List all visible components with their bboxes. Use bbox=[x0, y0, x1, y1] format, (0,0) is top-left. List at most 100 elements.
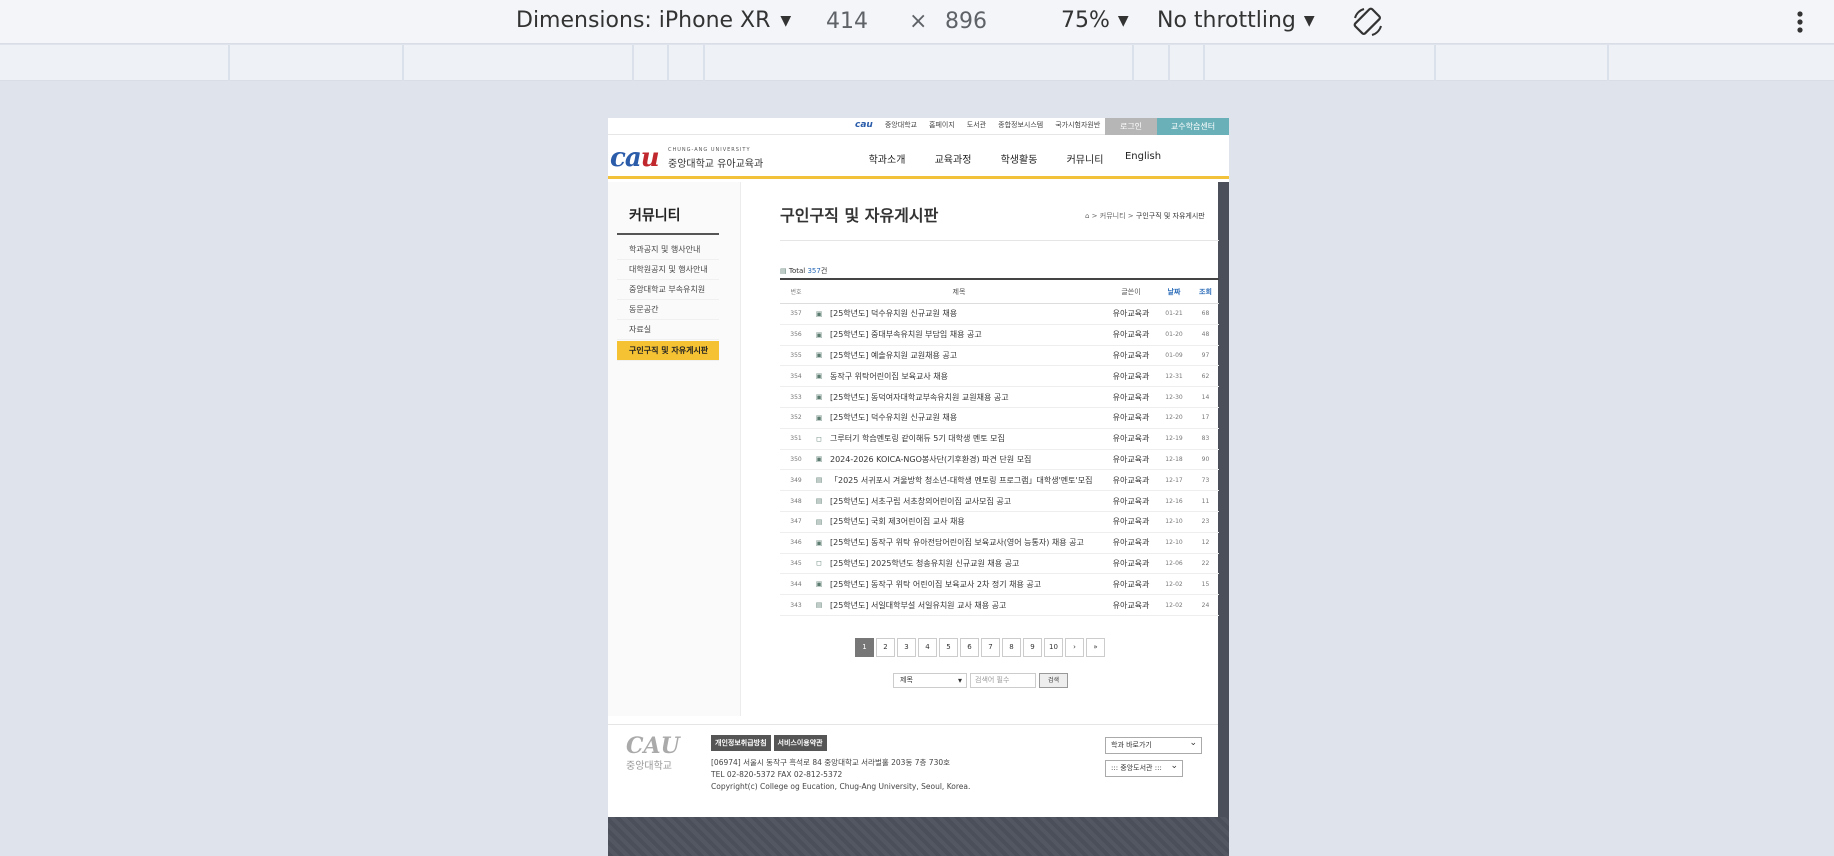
row-title-link[interactable]: [25학년도] 서초구립 서초창의어린이집 교사모집 공고 bbox=[826, 496, 1106, 507]
table-row[interactable]: 347 ▤ [25학년도] 국회 제3어린이집 교사 채용 유아교육과 12-10 23 bbox=[780, 512, 1219, 533]
row-date: 01-09 bbox=[1165, 351, 1183, 359]
row-title-link[interactable]: [25학년도] 덕수유치원 신규교원 채용 bbox=[826, 412, 1106, 423]
devtools-toolbar: Dimensions: iPhone XR ▼ 414 × 896 75% ▼ No… bbox=[0, 0, 1834, 44]
page-3[interactable]: 3 bbox=[897, 638, 916, 657]
width-input[interactable]: 414 bbox=[826, 9, 868, 34]
nav-student-activity[interactable]: 학생활동 bbox=[986, 151, 1052, 166]
col-date[interactable]: 날짜 bbox=[1156, 287, 1192, 297]
row-title-link[interactable]: [25학년도] 2025학년도 청송유치원 신규교원 채용 공고 bbox=[826, 558, 1106, 569]
row-title-link[interactable]: 「2025 서귀포시 겨울방학 청소년-대학생 멘토링 프로그램」대학생'멘토'… bbox=[826, 475, 1106, 486]
attachment-icon: ▣ bbox=[815, 393, 823, 402]
throttling-select[interactable]: No throttling ▼ bbox=[1157, 8, 1315, 33]
table-row[interactable]: 357 ▣ [25학년도] 덕수유치원 신규교원 채용 유아교육과 01-21 68 bbox=[780, 304, 1219, 325]
table-row[interactable]: 350 ▣ 2024-2026 KOICA-NGO봉사단(기후환경) 파견 단원 모… bbox=[780, 450, 1219, 471]
util-link-library[interactable]: 도서관 bbox=[967, 120, 986, 130]
page-8[interactable]: 8 bbox=[1002, 638, 1021, 657]
table-row[interactable]: 356 ▣ [25학년도] 중대부속유치원 부담임 채용 공고 유아교육과 01-20 4… bbox=[780, 325, 1219, 346]
sidebar-item-job-board[interactable]: 구인구직 및 자유게시판 bbox=[617, 341, 719, 361]
table-row[interactable]: 351 ◻ 그루터기 학습멘토링 같이해듀 5기 대학생 멘토 모집 유아교육과 12-… bbox=[780, 429, 1219, 450]
times-sign: × bbox=[909, 9, 928, 34]
util-link-portal[interactable]: 종합정보시스템 bbox=[998, 120, 1043, 130]
page-6[interactable]: 6 bbox=[960, 638, 979, 657]
more-options-icon[interactable] bbox=[1790, 6, 1810, 38]
nav-curriculum[interactable]: 교육과정 bbox=[920, 151, 986, 166]
page-7[interactable]: 7 bbox=[981, 638, 1000, 657]
dept-name[interactable]: CHUNG-ANG UNIVERSITY 중앙대학교 유아교육과 bbox=[668, 147, 763, 170]
search-field-select[interactable]: 제목 bbox=[893, 673, 967, 688]
login-button[interactable]: 로그인 bbox=[1105, 118, 1157, 135]
row-title-link[interactable]: 2024-2026 KOICA-NGO봉사단(기후환경) 파견 단원 모집 bbox=[826, 454, 1106, 465]
col-number: 번호 bbox=[790, 289, 802, 296]
table-row[interactable]: 353 ▣ [25학년도] 동덕여자대학교부속유치원 교원채용 공고 유아교육과 12-… bbox=[780, 387, 1219, 408]
page-4[interactable]: 4 bbox=[918, 638, 937, 657]
table-row[interactable]: 348 ▤ [25학년도] 서초구립 서초창의어린이집 교사모집 공고 유아교육과 12… bbox=[780, 491, 1219, 512]
row-views: 11 bbox=[1201, 497, 1210, 505]
page-9[interactable]: 9 bbox=[1023, 638, 1042, 657]
zoom-select[interactable]: 75% ▼ bbox=[1061, 8, 1129, 33]
sidebar-item-alumni[interactable]: 동문공간 bbox=[617, 300, 719, 320]
row-title-link[interactable]: [25학년도] 동작구 위탁 어린이집 보육교사 2차 정기 채용 공고 bbox=[826, 579, 1106, 590]
footer-address: [06974] 서울시 동작구 흑석로 84 중앙대학교 서라벌홀 203동 7… bbox=[711, 757, 970, 793]
search-button[interactable]: 검색 bbox=[1039, 673, 1068, 688]
height-input[interactable]: 896 bbox=[945, 9, 987, 34]
sidebar-item-kindergarten[interactable]: 중앙대학교 부속유치원 bbox=[617, 280, 719, 300]
nav-community[interactable]: 커뮤니티 bbox=[1052, 151, 1118, 166]
table-row[interactable]: 344 ▣ [25학년도] 동작구 위탁 어린이집 보육교사 2차 정기 채용 공고… bbox=[780, 574, 1219, 596]
table-row[interactable]: 349 ▤ 「2025 서귀포시 겨울방학 청소년-대학생 멘토링 프로그램」대학생… bbox=[780, 470, 1219, 492]
nav-about[interactable]: 학과소개 bbox=[854, 151, 920, 166]
row-date: 12-19 bbox=[1165, 435, 1183, 443]
page-1[interactable]: 1 bbox=[855, 638, 874, 657]
rotate-icon[interactable] bbox=[1350, 4, 1386, 40]
library-select[interactable]: ::: 중앙도서관 ::: bbox=[1105, 759, 1183, 777]
row-number: 350 bbox=[790, 455, 802, 463]
media-query-ruler[interactable] bbox=[0, 45, 1834, 81]
breadcrumb-community[interactable]: 커뮤니티 bbox=[1100, 212, 1126, 220]
table-row[interactable]: 343 ▤ [25학년도] 서일대학부설 서일유치원 교사 채용 공고 유아교육과 12… bbox=[780, 595, 1219, 616]
list-icon: ▤ bbox=[780, 267, 787, 275]
attachment-icon: ▣ bbox=[815, 372, 823, 381]
teaching-center-button[interactable]: 교수학습센터 bbox=[1157, 118, 1229, 135]
row-title-link[interactable]: [25학년도] 국회 제3어린이집 교사 채용 bbox=[826, 516, 1106, 527]
terms-link[interactable]: 서비스이용약관 bbox=[773, 735, 827, 751]
breadcrumb: ⌂ > 커뮤니티 > 구인구직 및 자유게시판 bbox=[1085, 212, 1205, 220]
last-page-button[interactable]: » bbox=[1086, 638, 1105, 657]
home-icon[interactable]: ⌂ bbox=[1085, 212, 1089, 220]
row-title-link[interactable]: [25학년도] 동작구 위탁 유아전담어린이집 보육교사(영어 능통자) 채용 … bbox=[826, 537, 1106, 548]
cau-mini-logo[interactable]: cau bbox=[855, 120, 873, 130]
row-number: 347 bbox=[790, 518, 802, 526]
sidebar-item-resources[interactable]: 자료실 bbox=[617, 320, 719, 340]
row-date: 12-31 bbox=[1165, 372, 1183, 380]
table-row[interactable]: 352 ▣ [25학년도] 덕수유치원 신규교원 채용 유아교육과 12-20 17 bbox=[780, 408, 1219, 429]
row-author: 유아교육과 bbox=[1112, 454, 1150, 464]
row-title-link[interactable]: [25학년도] 중대부속유치원 부담임 채용 공고 bbox=[826, 329, 1106, 340]
table-row[interactable]: 345 ◻ [25학년도] 2025학년도 청송유치원 신규교원 채용 공고 유아교육… bbox=[780, 554, 1219, 575]
privacy-policy-link[interactable]: 개인정보취급방침 bbox=[711, 735, 771, 751]
dept-shortcut-select[interactable]: 학과 바로가기 bbox=[1105, 736, 1202, 754]
table-row[interactable]: 355 ▣ [25학년도] 예솔유치원 교원채용 공고 유아교육과 01-09 97 bbox=[780, 346, 1219, 367]
row-title-link[interactable]: 그루터기 학습멘토링 같이해듀 5기 대학생 멘토 모집 bbox=[826, 433, 1106, 444]
sidebar-item-dept-notice[interactable]: 학과공지 및 행사안내 bbox=[617, 240, 719, 260]
table-row[interactable]: 354 ▣ 동작구 위탁어린이집 보육교사 채용 유아교육과 12-31 62 bbox=[780, 366, 1219, 388]
util-link-home[interactable]: 홈페이지 bbox=[929, 120, 955, 130]
sidebar-item-grad-notice[interactable]: 대학원공지 및 행사안내 bbox=[617, 260, 719, 280]
next-page-button[interactable]: › bbox=[1065, 638, 1084, 657]
row-title-link[interactable]: [25학년도] 동덕여자대학교부속유치원 교원채용 공고 bbox=[826, 392, 1106, 403]
page-5[interactable]: 5 bbox=[939, 638, 958, 657]
row-author: 유아교육과 bbox=[1112, 517, 1150, 527]
page-10[interactable]: 10 bbox=[1044, 638, 1063, 657]
page-2[interactable]: 2 bbox=[876, 638, 895, 657]
col-title: 제목 bbox=[952, 287, 966, 296]
nav-english[interactable]: English bbox=[1118, 151, 1168, 166]
cau-logo[interactable]: cau bbox=[610, 143, 660, 173]
util-link-exam[interactable]: 국가시험자원반 bbox=[1055, 120, 1100, 130]
util-link-cau[interactable]: 중앙대학교 bbox=[885, 120, 917, 130]
row-title-link[interactable]: [25학년도] 덕수유치원 신규교원 채용 bbox=[826, 308, 1106, 319]
page-scrollbar[interactable] bbox=[1218, 182, 1229, 856]
row-title-link[interactable]: 동작구 위탁어린이집 보육교사 채용 bbox=[826, 371, 1106, 382]
search-input[interactable]: 검색어 필수 bbox=[970, 673, 1036, 688]
col-views[interactable]: 조회 bbox=[1192, 287, 1219, 297]
row-title-link[interactable]: [25학년도] 예솔유치원 교원채용 공고 bbox=[826, 350, 1106, 361]
device-select[interactable]: Dimensions: iPhone XR ▼ bbox=[516, 8, 791, 33]
row-title-link[interactable]: [25학년도] 서일대학부설 서일유치원 교사 채용 공고 bbox=[826, 600, 1106, 611]
table-row[interactable]: 346 ▣ [25학년도] 동작구 위탁 유아전담어린이집 보육교사(영어 능통자)… bbox=[780, 533, 1219, 554]
